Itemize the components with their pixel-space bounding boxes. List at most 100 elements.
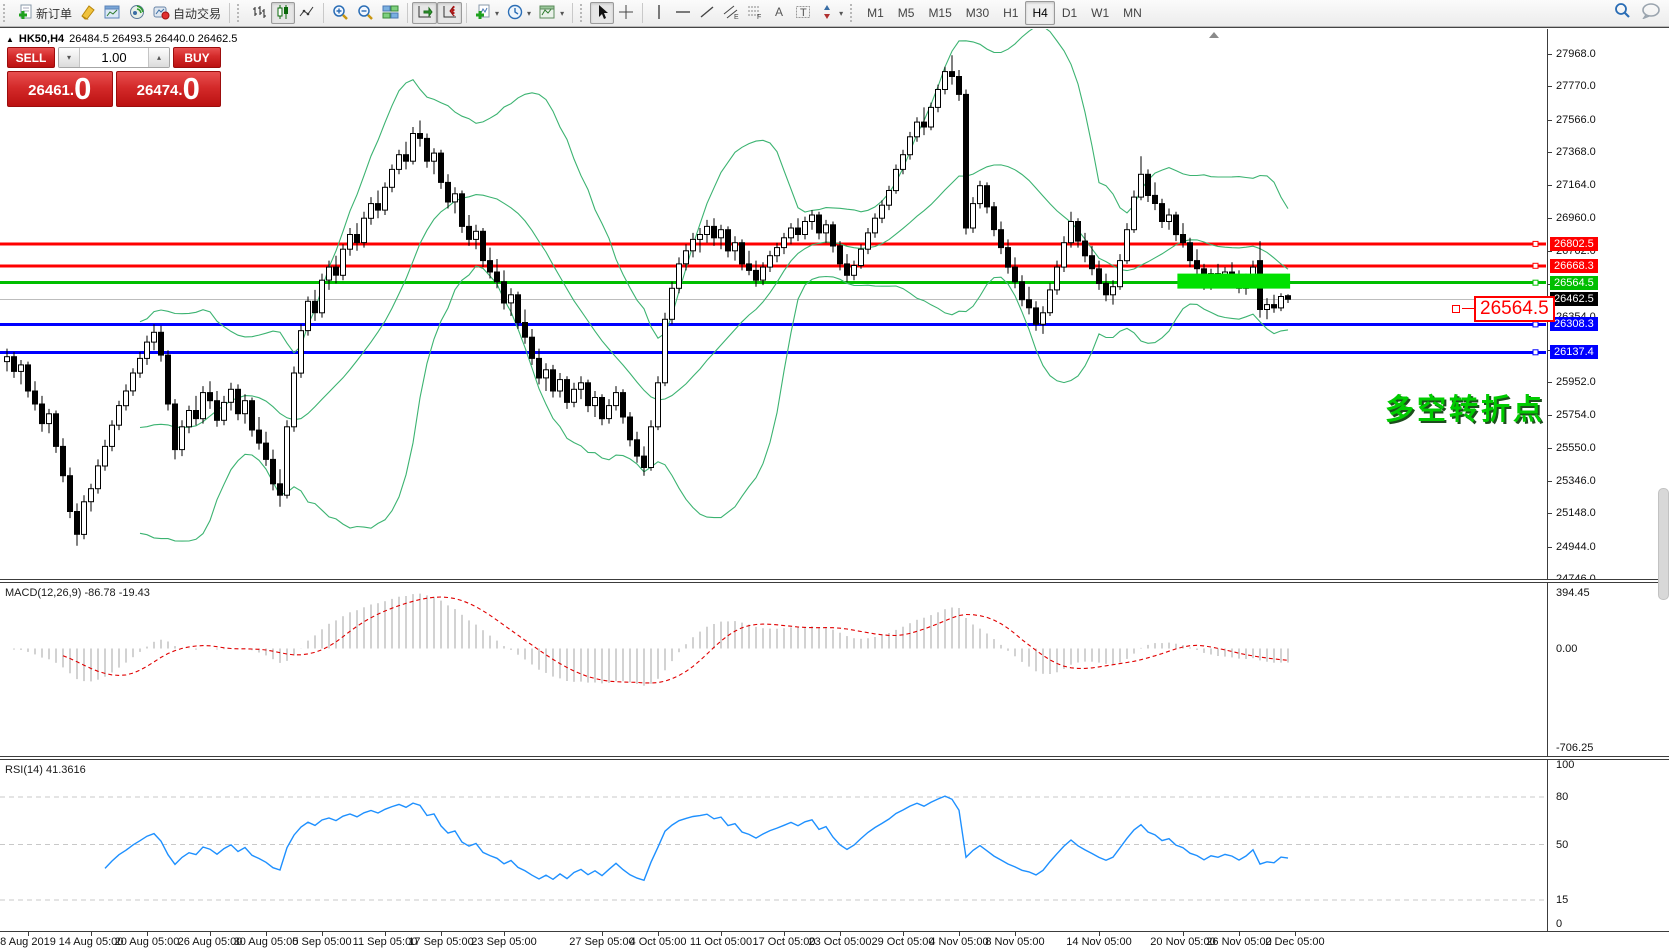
autotrading-icon [153,4,170,23]
chart-shift-marker-icon[interactable] [1209,32,1219,38]
dropdown-caret-icon: ▾ [839,9,843,18]
buy-price-button[interactable]: 26474. 0 [116,71,222,107]
time-axis-label: 27 Sep 05:00 [569,936,634,948]
horizontal-line-tool-button[interactable] [671,2,695,24]
timeframe-button-h4[interactable]: H4 [1025,1,1054,25]
rsi-indicator-canvas[interactable] [0,761,1547,931]
volume-value[interactable]: 1.00 [80,48,148,67]
axis-tick-label: 100 [1556,759,1574,771]
chart-shift-icon [441,4,458,23]
auto-scroll-button[interactable] [412,2,437,24]
time-axis[interactable]: 8 Aug 201914 Aug 05:0020 Aug 05:0026 Aug… [0,931,1669,951]
autotrading-button[interactable]: 自动交易 [149,2,225,24]
new-chart-button[interactable] [100,2,125,24]
vertical-scrollbar-thumb[interactable] [1658,488,1669,600]
price-line-label: 26802.5 [1550,237,1598,251]
cursor-icon [595,4,609,23]
price-line-label: 26308.3 [1550,317,1598,331]
trendline-tool-button[interactable] [695,2,719,24]
timeframe-button-w1[interactable]: W1 [1084,1,1116,25]
metaeditor-button[interactable] [76,2,100,24]
time-axis-label: 2 Dec 05:00 [1265,936,1324,948]
main-chart-canvas[interactable] [0,29,1547,579]
axis-tick-mark [1548,185,1552,186]
fibonacci-tool-button[interactable]: F [743,2,767,24]
auto-scroll-icon [416,4,433,23]
toolbar-grip[interactable] [580,4,587,22]
price-level-label: 26564.5 [1474,296,1555,322]
horizontal-line-icon [675,4,691,23]
pane-separator[interactable] [0,756,1669,760]
chart-shift-button[interactable] [437,2,462,24]
signals-button[interactable] [125,2,149,24]
axis-tick-label: 80 [1556,791,1568,803]
time-axis-label: 8 Nov 05:00 [985,936,1044,948]
price-axis[interactable]: 27968.027770.027566.027368.027164.026960… [1547,29,1669,931]
pane-separator[interactable] [0,579,1669,583]
arrows-tool-button[interactable]: ▾ [815,2,847,24]
timeframe-button-m15[interactable]: M15 [921,1,958,25]
channel-tool-button[interactable]: E [719,2,743,24]
text-tool-button[interactable]: A [767,2,791,24]
volume-increase-button[interactable]: ▴ [148,48,169,67]
sell-price-button[interactable]: 26461. 0 [7,71,113,107]
indicators-icon [475,4,491,23]
bar-chart-button[interactable] [247,2,271,24]
zoom-out-button[interactable] [353,2,378,24]
axis-tick-label: 25346.0 [1556,475,1596,487]
turning-point-annotation[interactable]: 多空转折点 [1385,386,1545,428]
toolbar-separator [323,3,324,23]
dropdown-caret-icon: ▾ [527,9,531,18]
templates-button[interactable]: ▾ [535,2,568,24]
dropdown-caret-icon: ▾ [495,9,499,18]
axis-tick-label: 27770.0 [1556,80,1596,92]
time-axis-label: 17 Oct 05:00 [753,936,816,948]
time-axis-label: 20 Aug 05:00 [115,936,180,948]
indicators-button[interactable]: ▾ [471,2,503,24]
search-icon[interactable] [1613,2,1631,24]
timeframe-button-mn[interactable]: MN [1116,1,1149,25]
toolbar: 新订单 自动交易 [0,0,1669,27]
toolbar-grip[interactable] [237,4,244,22]
vertical-line-icon [653,4,665,23]
cursor-tool-button[interactable] [590,2,614,24]
timeframe-button-m30[interactable]: M30 [959,1,996,25]
price-line-label: 26137.4 [1550,345,1598,359]
price-level-annotation[interactable]: 26564.5 [1452,296,1555,322]
timeframe-button-d1[interactable]: D1 [1055,1,1084,25]
line-dash [1462,308,1474,309]
vertical-line-tool-button[interactable] [647,2,671,24]
collapse-panel-icon[interactable]: ▲ [6,35,14,44]
toolbar-grip[interactable] [850,4,857,22]
tile-windows-button[interactable] [378,2,403,24]
chat-icon[interactable] [1641,2,1661,24]
price-line-label: 26668.3 [1550,259,1598,273]
zoom-in-button[interactable] [328,2,353,24]
macd-indicator-canvas[interactable] [0,584,1547,756]
timeframe-button-h1[interactable]: H1 [996,1,1025,25]
sell-button[interactable]: SELL [7,47,55,68]
toolbar-grip[interactable] [3,4,10,22]
candlestick-chart-button[interactable] [271,2,295,24]
periods-button[interactable]: ▾ [503,2,535,24]
timeframe-button-m1[interactable]: M1 [860,1,891,25]
new-order-button[interactable]: 新订单 [13,2,76,24]
axis-tick-label: 25550.0 [1556,442,1596,454]
text-label-tool-button[interactable]: T [791,2,815,24]
timeframe-button-m5[interactable]: M5 [891,1,922,25]
axis-tick-mark [1548,86,1552,87]
zoom-in-icon [332,4,349,23]
axis-tick-mark [1548,547,1552,548]
arrows-icon [819,4,835,23]
buy-price-small: 26474. [137,78,183,104]
toolbar-separator [572,3,573,23]
volume-decrease-button[interactable]: ▾ [59,48,80,67]
rsi-indicator-label: RSI(14) 41.3616 [5,764,86,776]
buy-button[interactable]: BUY [173,47,221,68]
line-chart-button[interactable] [295,2,319,24]
axis-tick-label: 27164.0 [1556,179,1596,191]
toolbar-separator [642,3,643,23]
line-anchor-marker[interactable] [1452,305,1460,313]
crosshair-tool-button[interactable] [614,2,638,24]
toolbar-separator [466,3,467,23]
